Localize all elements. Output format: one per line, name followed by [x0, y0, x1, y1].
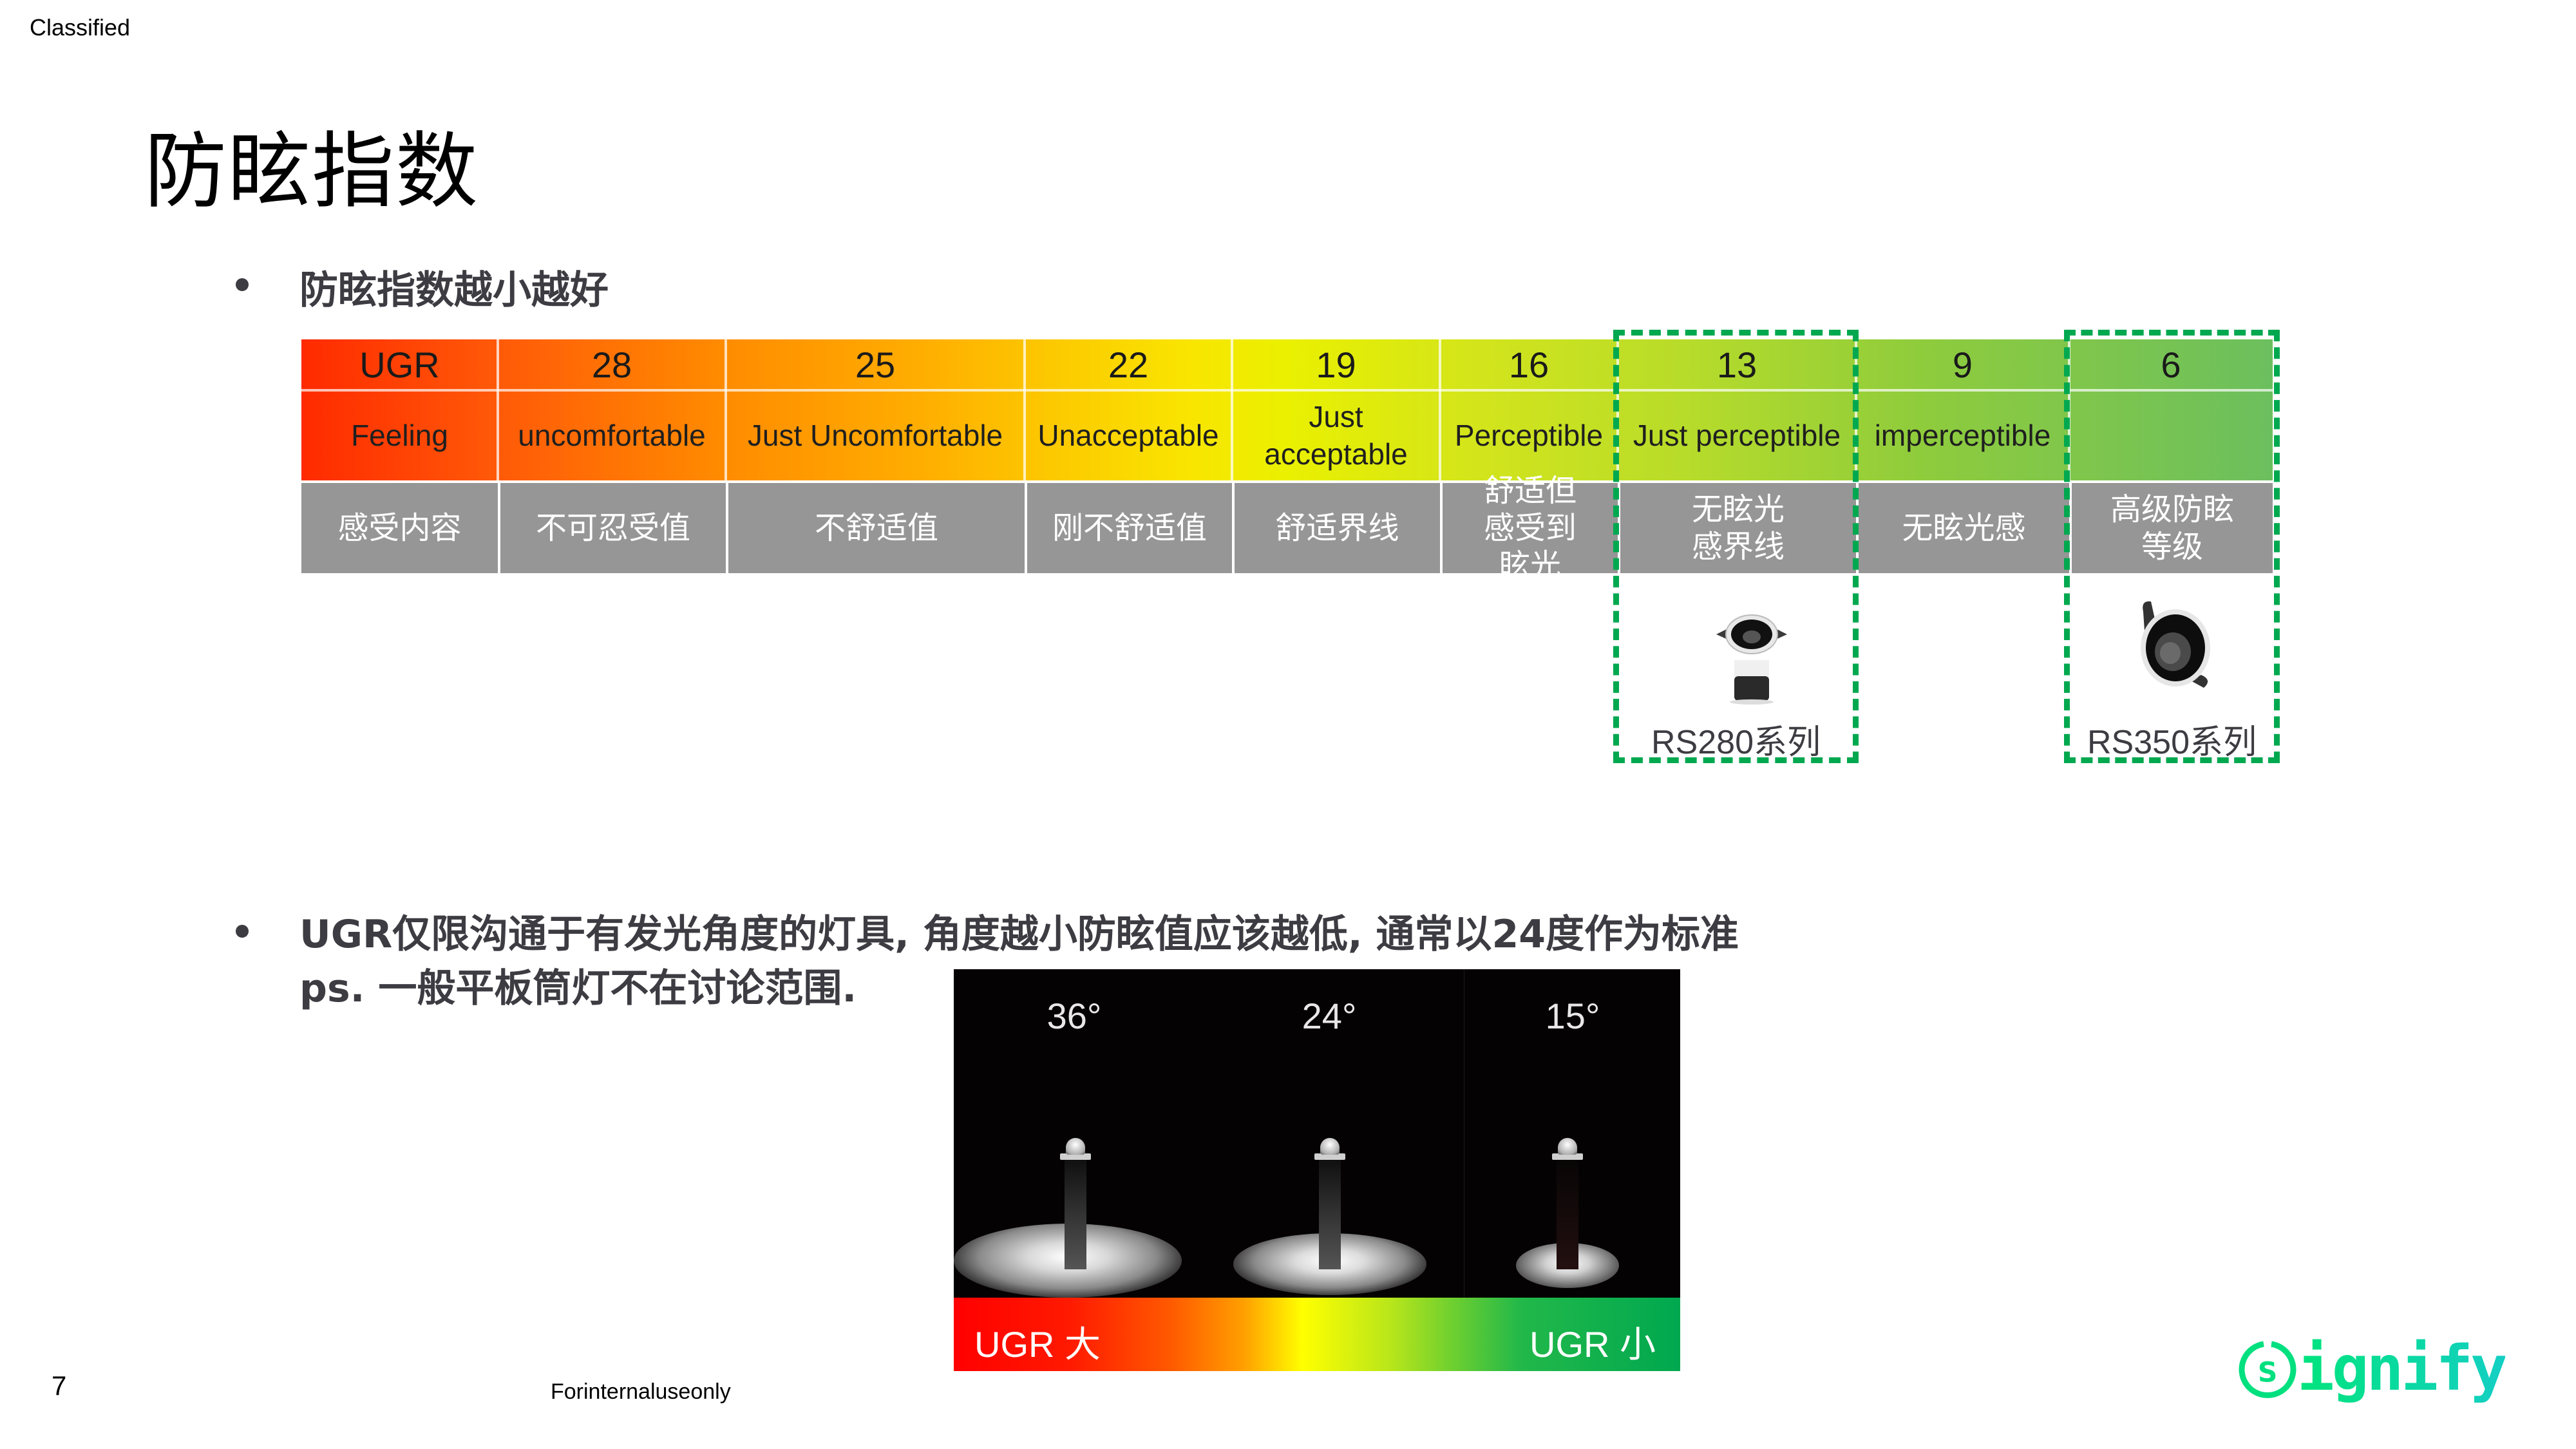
- ugr-value: 28: [591, 345, 632, 385]
- beam-panel-24: 24°: [1195, 969, 1464, 1298]
- beam-angle-photo: 36° 24° 15° UGR 大 UGR 小: [954, 969, 1680, 1371]
- feeling-value: imperceptible: [1874, 419, 2051, 452]
- cn-row-header: 感受内容: [301, 483, 498, 573]
- classification-label: Classified: [30, 14, 131, 41]
- slide-title: 防眩指数: [144, 124, 480, 220]
- highlight-box-ugr6: [2064, 330, 2280, 763]
- cn-value: 无眩光感: [1856, 483, 2069, 573]
- angle-label: 36°: [1046, 996, 1102, 1036]
- product-label-rs280: RS280系列: [1651, 724, 1821, 761]
- pillar: [1319, 1160, 1341, 1269]
- ugr-value: 25: [855, 345, 896, 385]
- ugr-high-label: UGR 大: [974, 1324, 1101, 1365]
- bullet-text-2-line2: ps. 一般平板筒灯不在讨论范围.: [299, 966, 857, 1011]
- svg-text:s: s: [2257, 1349, 2278, 1390]
- cn-value: 不可忍受值: [498, 483, 726, 573]
- product-label-rs350: RS350系列: [2087, 724, 2257, 761]
- ugr-scale-bar: UGR 大 UGR 小: [954, 1298, 1680, 1371]
- internal-use-notice: Forinternaluseonly: [551, 1379, 731, 1404]
- cn-value: 不舒适值: [726, 483, 1025, 573]
- bullet-text-1: 防眩指数越小越好: [299, 268, 609, 313]
- light-fixture-icon: [1558, 1138, 1577, 1155]
- cn-value: 舒适但感受到眩光: [1440, 473, 1618, 583]
- bullet-icon: [236, 278, 249, 291]
- feeling-value: Just Uncomfortable: [747, 419, 1003, 452]
- light-fixture-icon: [1320, 1138, 1340, 1155]
- logo-wordmark: ignify: [2297, 1332, 2508, 1405]
- bullet-icon: [236, 925, 249, 938]
- pillar: [1557, 1160, 1578, 1269]
- beam-panel-36: 36°: [954, 969, 1195, 1298]
- angle-label: 24°: [1302, 996, 1357, 1036]
- ugr-value: 19: [1316, 345, 1356, 385]
- page-number: 7: [52, 1370, 67, 1401]
- ugr-value: 22: [1108, 345, 1149, 385]
- feeling-value: Perceptible: [1454, 419, 1604, 452]
- beam-panel-15: 15°: [1464, 969, 1680, 1298]
- ugr-low-label: UGR 小: [1530, 1324, 1656, 1365]
- signify-s-icon: s: [2239, 1341, 2297, 1399]
- cn-value: 刚不舒适值: [1025, 483, 1232, 573]
- feeling-value: uncomfortable: [518, 419, 706, 452]
- bullet-text-2-line1: UGR仅限沟通于有发光角度的灯具, 角度越小防眩值应该越低, 通常以24度作为标…: [299, 912, 1739, 957]
- cn-value: 舒适界线: [1232, 483, 1440, 573]
- angle-label: 15°: [1545, 996, 1600, 1036]
- ugr-row-header: UGR: [359, 345, 440, 385]
- signify-logo: s ignify: [2238, 1332, 2508, 1405]
- light-fixture-icon: [1066, 1138, 1085, 1155]
- ugr-table: UGR Feeling 感受内容 28 uncomfortable 不可忍受值 …: [301, 339, 2273, 583]
- feeling-row-header: Feeling: [351, 419, 448, 452]
- ugr-value: 16: [1508, 345, 1549, 385]
- feeling-value: Just acceptable: [1264, 400, 1408, 471]
- pillar: [1065, 1160, 1086, 1269]
- feeling-value: Unacceptable: [1037, 419, 1219, 452]
- ugr-value: 9: [1952, 345, 1973, 385]
- downlight-rs350-icon: [2141, 601, 2210, 688]
- downlight-rs280-icon: [1716, 614, 1787, 705]
